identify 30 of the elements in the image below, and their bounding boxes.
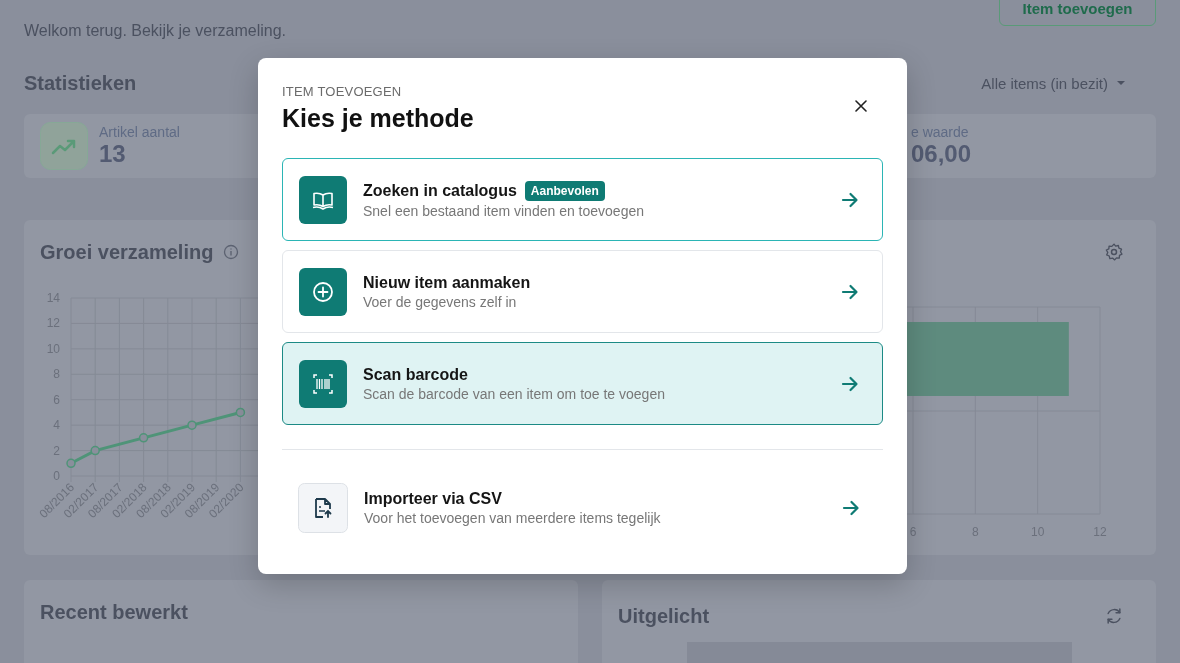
book-icon	[299, 175, 347, 224]
caret-icon	[1116, 80, 1126, 86]
method-option[interactable]: Zoeken in catalogus Aanbevolen Snel een bestaand item vinden en toevoegen	[282, 158, 883, 241]
barcode-scan-icon	[299, 359, 347, 408]
option-description: Voer de gegevens zelf in	[363, 293, 518, 310]
info-icon[interactable]	[223, 244, 240, 260]
panel-title: Recent bewerkt	[40, 600, 188, 624]
option-title: Nieuw item aanmaken	[363, 273, 531, 292]
panel-title: Uitgelicht	[618, 604, 710, 628]
method-option[interactable]: Scan barcode Scan de barcode van een item om toe te voegen	[282, 342, 883, 425]
refresh-icon[interactable]	[1104, 606, 1124, 626]
trend-icon	[40, 122, 88, 170]
chart-title: Groei verzameling	[40, 240, 214, 264]
option-title: Importeer via CSV	[364, 489, 503, 508]
stat-value: 13	[99, 140, 127, 168]
file-upload-icon	[298, 482, 348, 533]
method-option[interactable]: Nieuw item aanmaken Voer de gegevens zelf in	[282, 250, 883, 333]
option-description: Snel een bestaand item vinden en toevoegen	[363, 202, 645, 219]
recommended-badge: Aanbevolen	[524, 180, 605, 201]
option-title: Scan barcode	[363, 365, 468, 384]
settings-icon[interactable]	[1104, 242, 1124, 262]
option-description: Scan de barcode van een item om toe te voegen	[363, 385, 666, 402]
close-icon	[855, 100, 867, 112]
modal-eyebrow: ITEM TOEVOEGEN	[282, 84, 403, 99]
subtitle: Welkom terug. Bekijk je verzameling.	[24, 22, 287, 40]
stat-value: 06,00	[911, 140, 972, 168]
option-title: Zoeken in catalogus	[363, 181, 517, 200]
modal-title: Kies je methode	[282, 104, 474, 133]
section-title: Statistieken	[24, 71, 137, 95]
option-description: Voor het toevoegen van meerdere items tegelijk	[364, 509, 662, 526]
